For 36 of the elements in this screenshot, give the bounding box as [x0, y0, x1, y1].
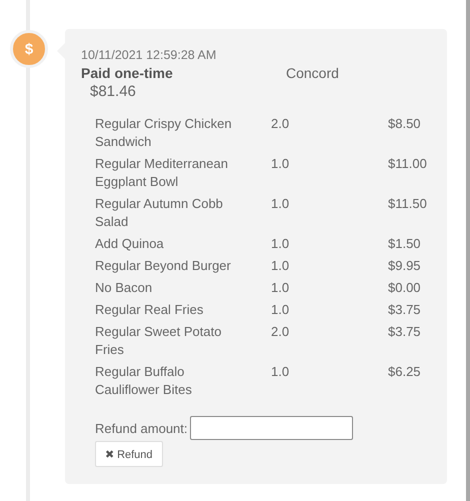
item-price: $11.00: [388, 155, 428, 173]
item-price: $6.25: [388, 363, 422, 381]
item-name: Regular Buffalo Cauliflower Bites: [95, 363, 193, 399]
item-price: $3.75: [388, 301, 422, 319]
item-name: No Bacon: [95, 279, 154, 297]
item-quantity: 2.0: [271, 115, 290, 133]
item-price: $3.75: [388, 323, 422, 341]
item-price: $11.50: [388, 195, 428, 213]
item-name: Regular Mediterranean Eggplant Bowl: [95, 155, 229, 191]
item-price: $1.50: [388, 235, 422, 253]
refund-button[interactable]: ✖ Refund: [95, 441, 163, 467]
item-name: Regular Beyond Burger: [95, 257, 232, 275]
location: Concord: [286, 65, 339, 81]
item-name: Regular Real Fries: [95, 301, 204, 319]
item-quantity: 2.0: [271, 323, 290, 341]
item-quantity: 1.0: [271, 257, 290, 275]
timestamp: 10/11/2021 12:59:28 AM: [81, 48, 218, 62]
event-title: Paid one-time: [81, 65, 174, 81]
scrollbar[interactable]: [466, 0, 470, 501]
item-quantity: 1.0: [271, 155, 290, 173]
item-quantity: 1.0: [271, 363, 290, 381]
item-quantity: 1.0: [271, 195, 290, 213]
amount: $81.46: [90, 83, 137, 100]
item-name: Add Quinoa: [95, 235, 165, 253]
refund-amount-field[interactable]: [190, 416, 353, 440]
item-price: $9.95: [388, 257, 422, 275]
item-name: Regular Crispy Chicken Sandwich: [95, 115, 233, 151]
item-quantity: 1.0: [271, 301, 290, 319]
item-price: $0.00: [388, 279, 422, 297]
dollar-badge: $: [10, 30, 48, 68]
item-price: $8.50: [388, 115, 422, 133]
item-name: Regular Sweet Potato Fries: [95, 323, 222, 359]
item-quantity: 1.0: [271, 279, 290, 297]
item-quantity: 1.0: [271, 235, 290, 253]
item-name: Regular Autumn Cobb Salad: [95, 195, 224, 231]
refund-label: Refund amount:: [95, 420, 188, 436]
